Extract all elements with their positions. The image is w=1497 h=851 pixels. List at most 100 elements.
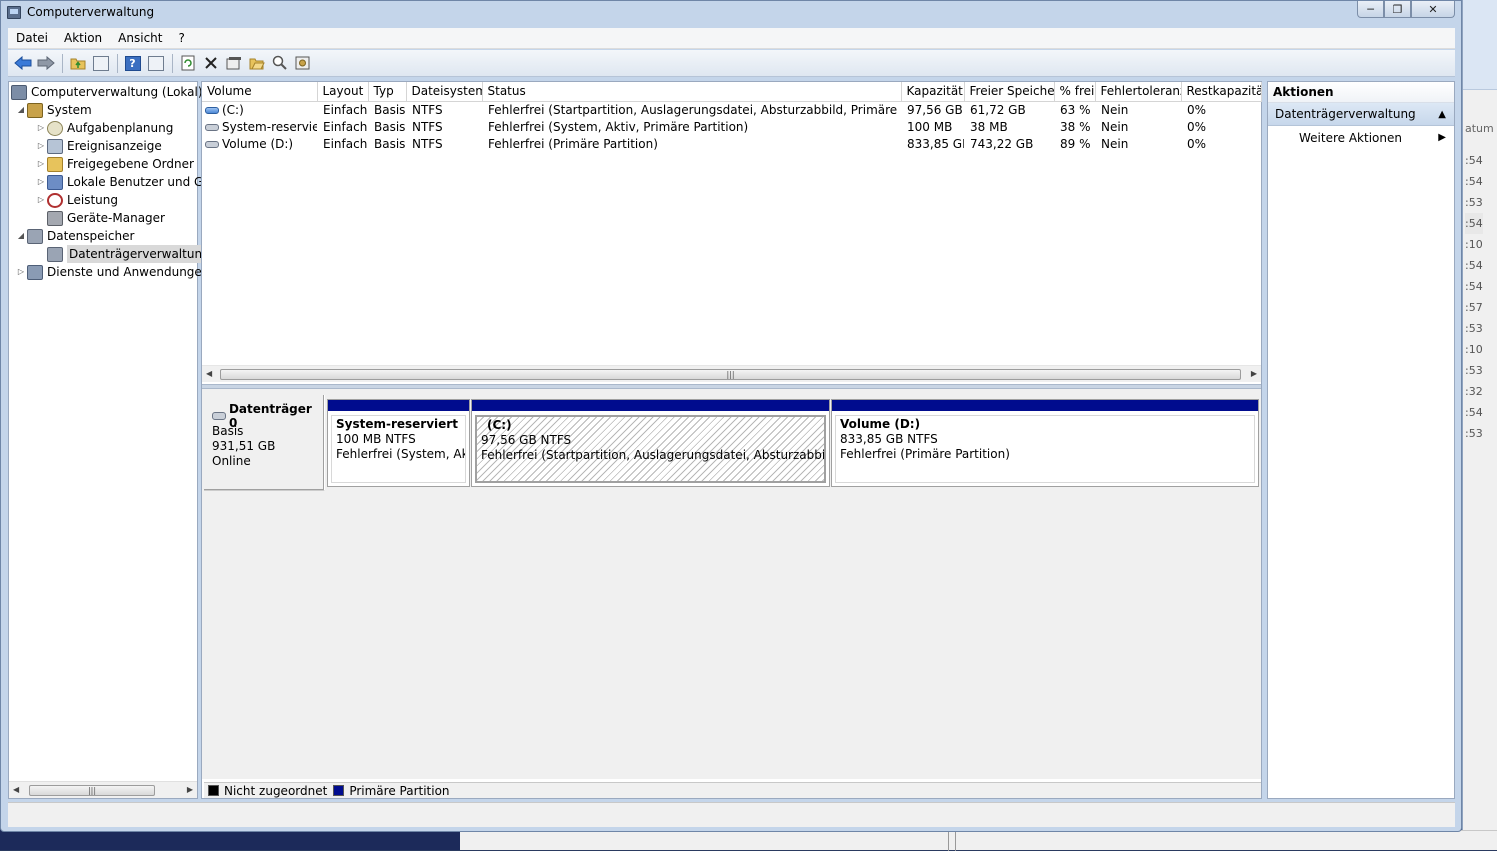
- column-header-capacity[interactable]: Kapazität: [901, 82, 965, 102]
- collapse-icon[interactable]: ◢: [15, 227, 27, 245]
- actions-section-disk-management[interactable]: Datenträgerverwaltung ▲: [1268, 103, 1454, 126]
- up-folder-button[interactable]: [67, 53, 88, 74]
- help-button[interactable]: ?: [122, 53, 143, 74]
- column-header-filesystem[interactable]: Dateisystem: [406, 82, 483, 102]
- expand-icon[interactable]: ▷: [35, 137, 47, 155]
- cell-volume: (C:): [202, 101, 317, 118]
- close-icon: ✕: [1428, 2, 1438, 16]
- device-manager-icon: [47, 210, 63, 226]
- column-header-layout[interactable]: Layout: [317, 82, 369, 102]
- column-header-status[interactable]: Status: [482, 82, 902, 102]
- cell-percent-free: 63 %: [1060, 102, 1091, 117]
- partition-d[interactable]: Volume (D:) 833,85 GB NTFS Fehlerfrei (P…: [831, 399, 1259, 487]
- tree-item-event-viewer[interactable]: ▷ Ereignisanzeige: [35, 137, 162, 155]
- collapse-icon[interactable]: ◢: [15, 101, 27, 119]
- scroll-right-icon[interactable]: ▶: [187, 785, 193, 794]
- tree-item-storage[interactable]: ◢ Datenspeicher: [15, 227, 134, 245]
- column-header-type[interactable]: Typ: [368, 82, 407, 102]
- column-header-overhead[interactable]: Restkapazität: [1181, 82, 1262, 102]
- disk-0-info[interactable]: Datenträger 0 Basis 931,51 GB Online: [204, 395, 325, 491]
- column-header-fault-tolerance[interactable]: Fehlertoleranz: [1095, 82, 1182, 102]
- search-button[interactable]: [269, 53, 290, 74]
- tree-item-disk-management[interactable]: Datenträgerverwaltung: [35, 245, 212, 263]
- partition-c[interactable]: (C:) 97,56 GB NTFS Fehlerfrei (Startpart…: [471, 399, 830, 487]
- partition-body-selected: (C:) 97,56 GB NTFS Fehlerfrei (Startpart…: [475, 415, 826, 483]
- column-header-free-space[interactable]: Freier Speicher: [964, 82, 1055, 102]
- tree-item-root[interactable]: Computerverwaltung (Lokal): [11, 83, 203, 101]
- scroll-left-icon[interactable]: ◀: [206, 369, 212, 378]
- background-list-item: :54: [1465, 406, 1483, 419]
- background-list-item: :53: [1465, 364, 1483, 377]
- scroll-left-icon[interactable]: ◀: [13, 785, 19, 794]
- menu-help[interactable]: ?: [170, 28, 192, 49]
- forward-button[interactable]: [35, 53, 56, 74]
- partition-size: 833,85 GB NTFS: [840, 432, 938, 446]
- back-button[interactable]: [12, 53, 33, 74]
- legend: Nicht zugeordnet Primäre Partition: [204, 782, 1261, 798]
- menu-datei[interactable]: Datei: [8, 28, 56, 49]
- table-row[interactable]: (C:) Einfach Basis NTFS Fehlerfrei (Star…: [202, 101, 1261, 118]
- partition-system-reserved[interactable]: System-reserviert 100 MB NTFS Fehlerfrei…: [327, 399, 470, 487]
- tree-item-shared-folders[interactable]: ▷ Freigegebene Ordner: [35, 155, 194, 173]
- cell-fault-tolerance: Nein: [1101, 136, 1129, 151]
- expand-icon[interactable]: ▷: [35, 173, 47, 191]
- drive-icon: [205, 123, 219, 131]
- tree-item-services[interactable]: ▷ Dienste und Anwendungen: [15, 263, 209, 281]
- more-actions-item[interactable]: Weitere Aktionen ▶: [1268, 126, 1454, 150]
- action-pane-icon: [147, 55, 164, 71]
- tree-item-system[interactable]: ◢ System: [15, 101, 92, 119]
- menu-ansicht[interactable]: Ansicht: [110, 28, 170, 49]
- close-button[interactable]: ✕: [1411, 1, 1455, 18]
- table-row[interactable]: Volume (D:) Einfach Basis NTFS Fehlerfre…: [202, 135, 1261, 152]
- expand-icon[interactable]: ▷: [35, 119, 47, 137]
- table-row[interactable]: System-reserviert Einfach Basis NTFS Feh…: [202, 118, 1261, 135]
- background-list-item: :53: [1465, 196, 1483, 209]
- cell-overhead: 0%: [1187, 102, 1207, 117]
- more-actions-label: Weitere Aktionen: [1299, 131, 1402, 145]
- column-header-volume[interactable]: Volume: [202, 82, 318, 102]
- collapse-up-icon[interactable]: ▲: [1438, 103, 1446, 126]
- disk-size: 931,51 GB: [212, 439, 276, 453]
- expand-icon[interactable]: ▷: [35, 155, 47, 173]
- scrollbar-thumb[interactable]: |||: [29, 785, 155, 796]
- column-header-percent-free[interactable]: % frei: [1054, 82, 1096, 102]
- minimize-button[interactable]: ─: [1357, 1, 1384, 18]
- tree-item-performance[interactable]: ▷ Leistung: [35, 191, 118, 209]
- refresh-button[interactable]: [177, 53, 198, 74]
- tree-item-local-users[interactable]: ▷ Lokale Benutzer und Gr: [35, 173, 208, 191]
- open-button[interactable]: [246, 53, 267, 74]
- scroll-right-icon[interactable]: ▶: [1251, 369, 1257, 378]
- tree-item-label: Ereignisanzeige: [67, 139, 162, 153]
- tree-item-label: Aufgabenplanung: [67, 121, 174, 135]
- partition-size: 100 MB NTFS: [336, 432, 416, 446]
- properties-button[interactable]: [223, 53, 244, 74]
- tree-item-task-scheduler[interactable]: ▷ Aufgabenplanung: [35, 119, 173, 137]
- scrollbar-thumb[interactable]: |||: [220, 369, 1241, 380]
- tree-item-device-manager[interactable]: Geräte-Manager: [35, 209, 165, 227]
- menu-aktion[interactable]: Aktion: [56, 28, 110, 49]
- background-window-bottom: [460, 830, 1497, 851]
- computer-management-icon: [7, 6, 21, 19]
- settings-button[interactable]: [292, 53, 313, 74]
- unallocated-swatch: [208, 785, 219, 796]
- expand-icon[interactable]: ▷: [35, 191, 47, 209]
- search-icon: [272, 55, 287, 70]
- cell-free-space: 61,72 GB: [970, 102, 1026, 117]
- expand-icon[interactable]: ▷: [15, 263, 27, 281]
- show-hide-tree-button[interactable]: [90, 53, 111, 74]
- cell-fault-tolerance: Nein: [1101, 119, 1129, 134]
- cell-filesystem: NTFS: [412, 102, 443, 117]
- title-bar[interactable]: Computerverwaltung ─ ❐ ✕: [1, 1, 1461, 25]
- event-viewer-icon: [47, 138, 63, 154]
- maximize-button[interactable]: ❐: [1384, 1, 1411, 18]
- tree-horizontal-scrollbar[interactable]: ◀ ||| ▶: [9, 781, 197, 798]
- show-hide-action-pane-button[interactable]: [145, 53, 166, 74]
- volume-list-horizontal-scrollbar[interactable]: ◀ ||| ▶: [202, 365, 1261, 382]
- tree-item-label: Lokale Benutzer und Gr: [67, 175, 209, 189]
- disk-type: Basis: [212, 424, 244, 438]
- delete-button[interactable]: [200, 53, 221, 74]
- tree-item-label: Leistung: [67, 193, 118, 207]
- background-list-item: :32: [1465, 385, 1483, 398]
- desktop-background: [0, 830, 460, 850]
- cell-percent-free: 89 %: [1060, 136, 1091, 151]
